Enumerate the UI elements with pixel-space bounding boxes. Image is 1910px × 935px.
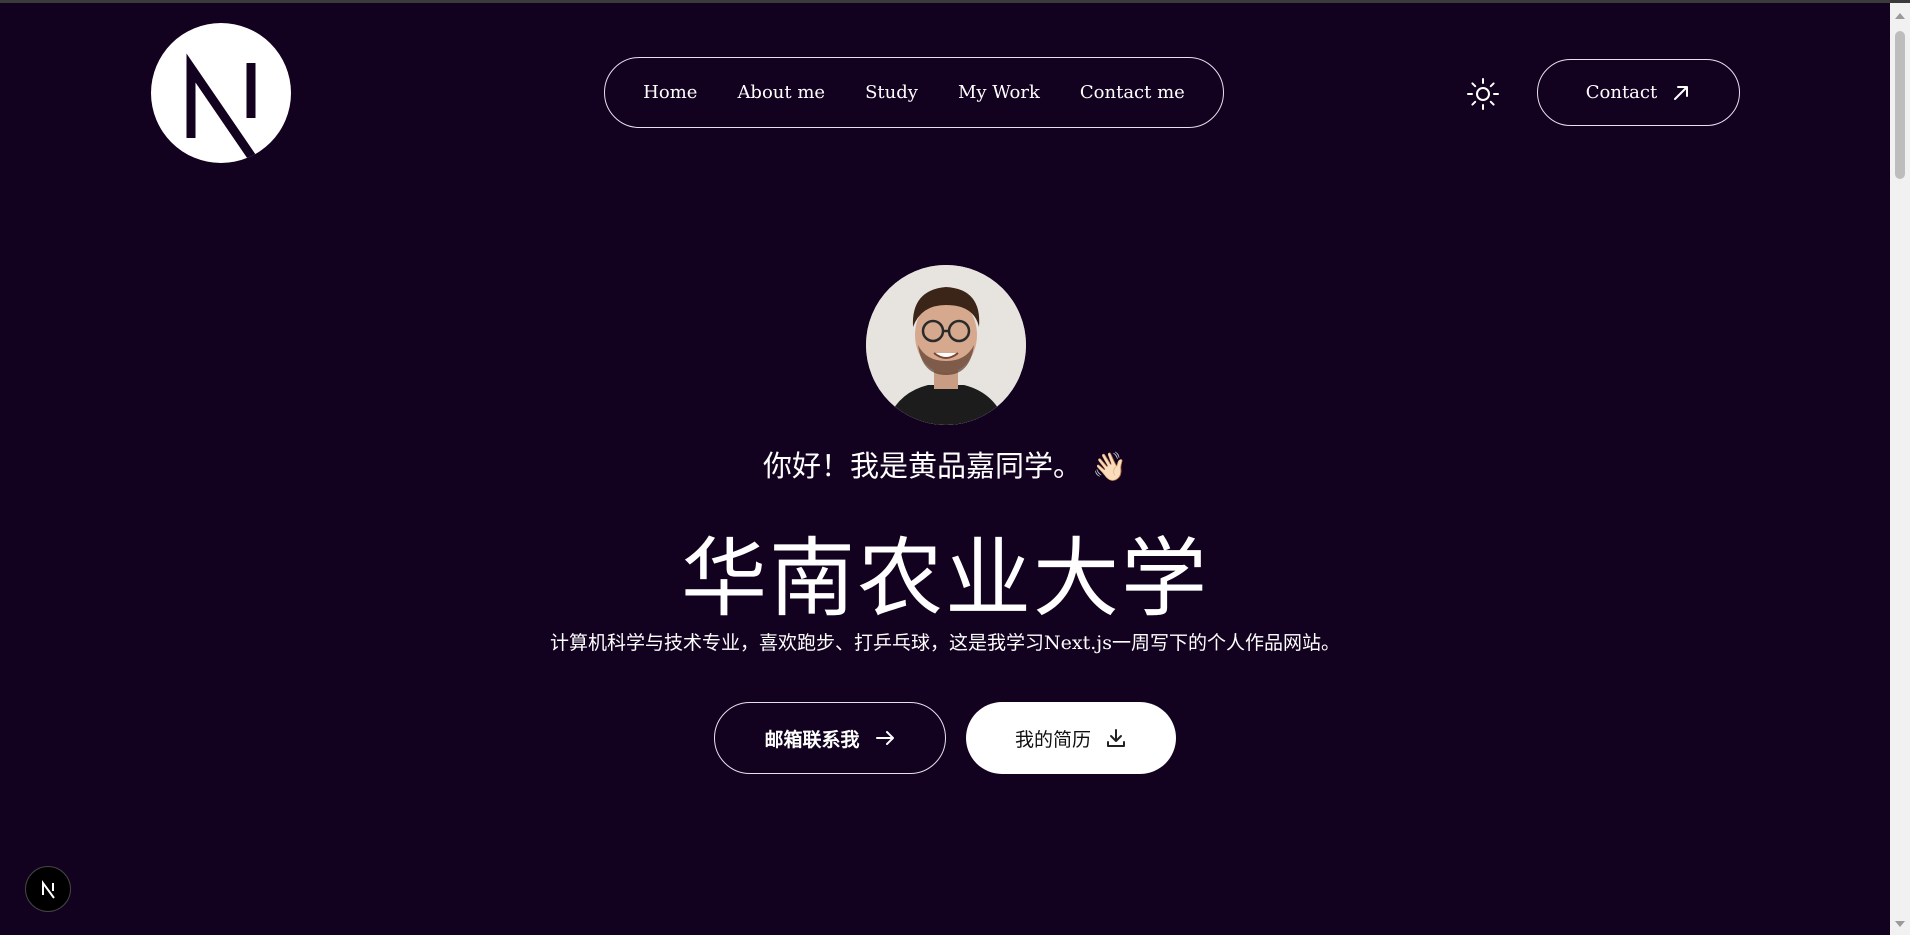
sun-icon [1467, 78, 1499, 110]
email-contact-button[interactable]: 邮箱联系我 [714, 702, 946, 774]
theme-toggle-button[interactable] [1466, 77, 1500, 111]
nav-my-work[interactable]: My Work [958, 82, 1040, 103]
hero-subtitle: 计算机科学与技术专业，喜欢跑步、打乒乓球，这是我学习Next.js一周写下的个人… [550, 632, 1340, 654]
contact-button[interactable]: Contact [1537, 59, 1740, 126]
main-nav: Home About me Study My Work Contact me [604, 57, 1224, 128]
email-contact-label: 邮箱联系我 [764, 728, 860, 751]
arrow-up-right-icon [1674, 85, 1689, 100]
nav-contact-me[interactable]: Contact me [1080, 82, 1185, 103]
nav-home[interactable]: Home [643, 82, 697, 103]
nav-study[interactable]: Study [865, 82, 918, 103]
window-top-border [0, 0, 1910, 3]
scroll-thumb[interactable] [1895, 31, 1905, 179]
nav-about-me[interactable]: About me [737, 82, 825, 103]
vertical-scrollbar[interactable] [1890, 3, 1910, 935]
nextjs-badge-icon [42, 879, 55, 899]
avatar [866, 265, 1026, 425]
download-icon [1107, 729, 1125, 747]
hero-buttons: 邮箱联系我 我的简历 [714, 702, 1176, 774]
nextjs-logo-icon [186, 53, 260, 163]
profile-photo [866, 265, 1026, 425]
resume-download-button[interactable]: 我的简历 [966, 702, 1176, 774]
site-logo[interactable] [151, 23, 291, 163]
scroll-down-arrow-icon[interactable] [1895, 921, 1905, 927]
contact-button-label: Contact [1585, 82, 1658, 103]
greeting-line: 你好！我是黄品嘉同学。 👋🏻 [0, 443, 1890, 485]
wave-emoji: 👋🏻 [1092, 450, 1127, 483]
resume-label: 我的简历 [1014, 728, 1091, 751]
hero-title: 华南农业大学 [681, 529, 1209, 629]
nextjs-dev-badge[interactable] [25, 866, 71, 912]
arrow-right-icon [875, 731, 894, 745]
greeting-text: 你好！我是黄品嘉同学。 [763, 449, 1083, 483]
scroll-up-arrow-icon[interactable] [1895, 13, 1905, 19]
